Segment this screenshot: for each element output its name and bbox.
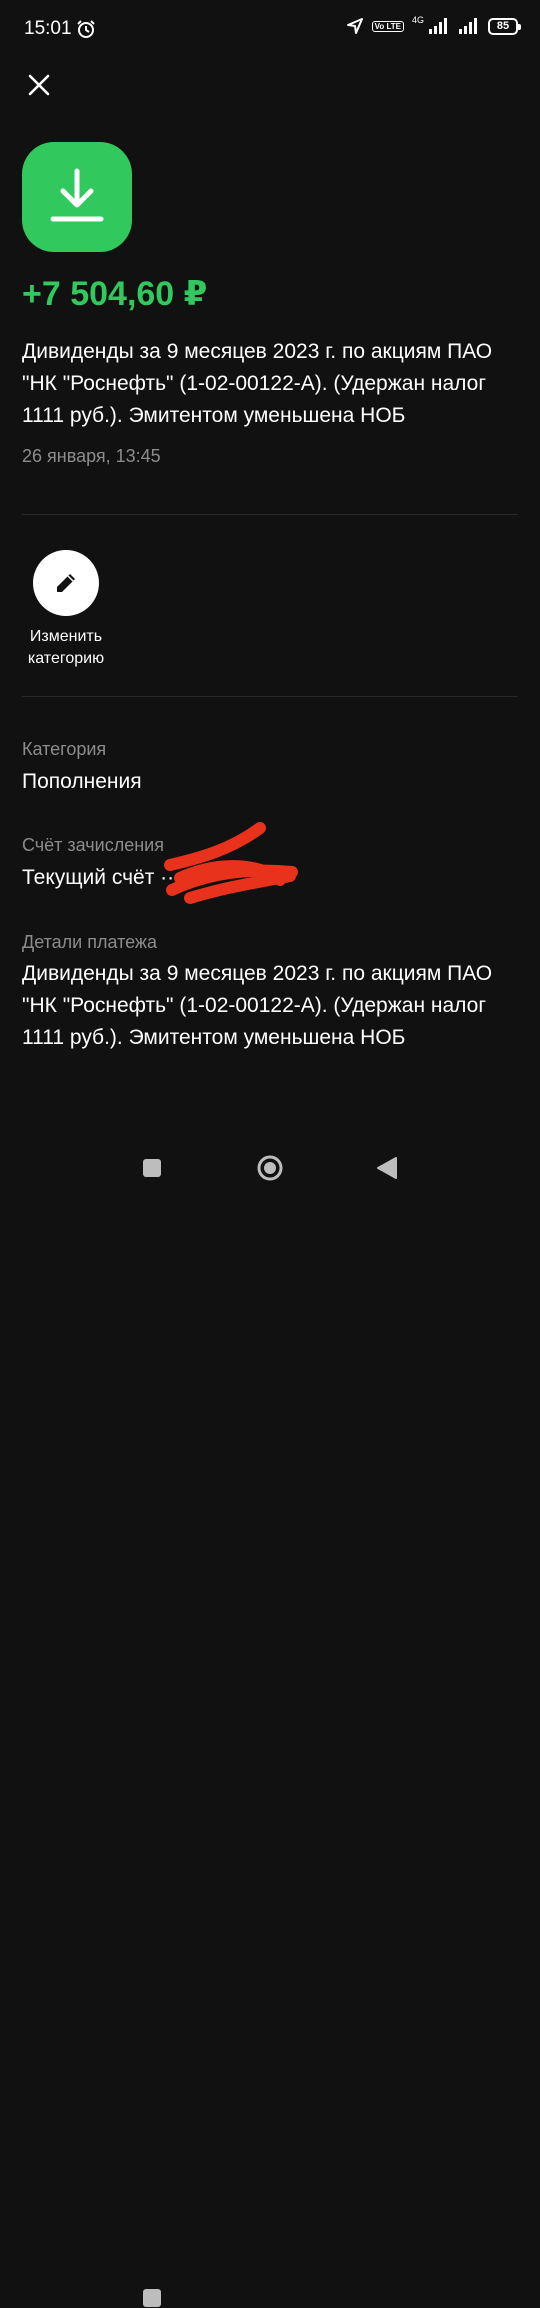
battery-level: 85	[496, 20, 510, 32]
recents-square-icon[interactable]	[142, 1158, 162, 1178]
alarm-icon	[77, 20, 95, 38]
category-value: Пополнения	[22, 770, 142, 793]
status-time: 15:01	[24, 18, 72, 39]
payment-details-value: Дивиденды за 9 месяцев 2023 г. по акциям…	[22, 962, 493, 1049]
close-button[interactable]	[22, 68, 56, 102]
account-value[interactable]: Текущий счёт ··	[22, 866, 174, 890]
redaction-scribble	[164, 822, 298, 904]
pencil-icon	[57, 574, 75, 592]
network-type-label: 4G	[411, 15, 424, 25]
square-icon[interactable]	[142, 2288, 162, 2308]
circle-icon[interactable]	[256, 1154, 284, 1182]
transaction-description: Дивиденды за 9 месяцев 2023 г. по акциям…	[22, 340, 493, 427]
operation-icon	[22, 142, 132, 252]
signal-icon-2	[459, 18, 477, 34]
battery-icon: 85	[488, 17, 521, 35]
account-label: Счёт зачисления	[22, 835, 164, 855]
divider	[22, 696, 518, 697]
change-category-label: Изменить категорию	[27, 628, 105, 667]
divider	[22, 514, 518, 515]
transaction-datetime: 26 января, 13:45	[22, 446, 161, 466]
status-icons: Vo LTE 4G 85	[346, 15, 521, 35]
signal-icon	[429, 18, 447, 34]
category-label: Категория	[22, 739, 107, 759]
change-category-circle[interactable]	[33, 550, 99, 616]
payment-details-label: Детали платежа	[22, 932, 157, 952]
transaction-amount: +7 504,60 ₽	[22, 275, 208, 313]
location-icon	[346, 18, 363, 34]
status-bar: 15:01 Vo LTE 4G 85	[0, 0, 540, 60]
download-icon	[50, 168, 104, 222]
close-icon	[28, 74, 50, 96]
volte-icon: Vo LTE	[371, 20, 404, 32]
triangle-back-icon[interactable]	[376, 1156, 398, 1180]
change-category-button[interactable]: Изменить категорию	[14, 550, 118, 670]
